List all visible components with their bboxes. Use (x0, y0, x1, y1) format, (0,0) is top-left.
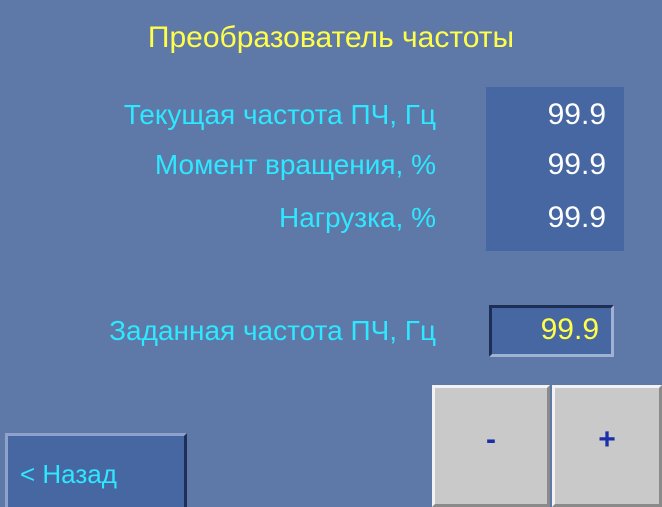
current-frequency-value: 99.9 (547, 98, 606, 131)
decrease-frequency-button[interactable]: - (432, 385, 550, 507)
setpoint-frequency-label: Заданная частота ПЧ, Гц (109, 315, 436, 346)
frequency-converter-screen: Преобразователь частоты Текущая частота … (0, 0, 662, 507)
increase-button-label: + (598, 423, 616, 456)
setpoint-frequency-value[interactable]: 99.9 (489, 310, 599, 350)
back-button-label: < Назад (20, 459, 117, 489)
decrease-button-label: - (486, 423, 496, 456)
current-frequency-label: Текущая частота ПЧ, Гц (123, 99, 436, 130)
torque-value: 99.9 (547, 148, 606, 181)
back-button[interactable]: < Назад (5, 433, 187, 507)
page-title: Преобразователь частоты (147, 21, 515, 54)
load-value: 99.9 (547, 201, 606, 234)
torque-label: Момент вращения, % (154, 149, 436, 180)
load-label: Нагрузка, % (279, 202, 436, 233)
increase-frequency-button[interactable]: + (552, 385, 662, 507)
